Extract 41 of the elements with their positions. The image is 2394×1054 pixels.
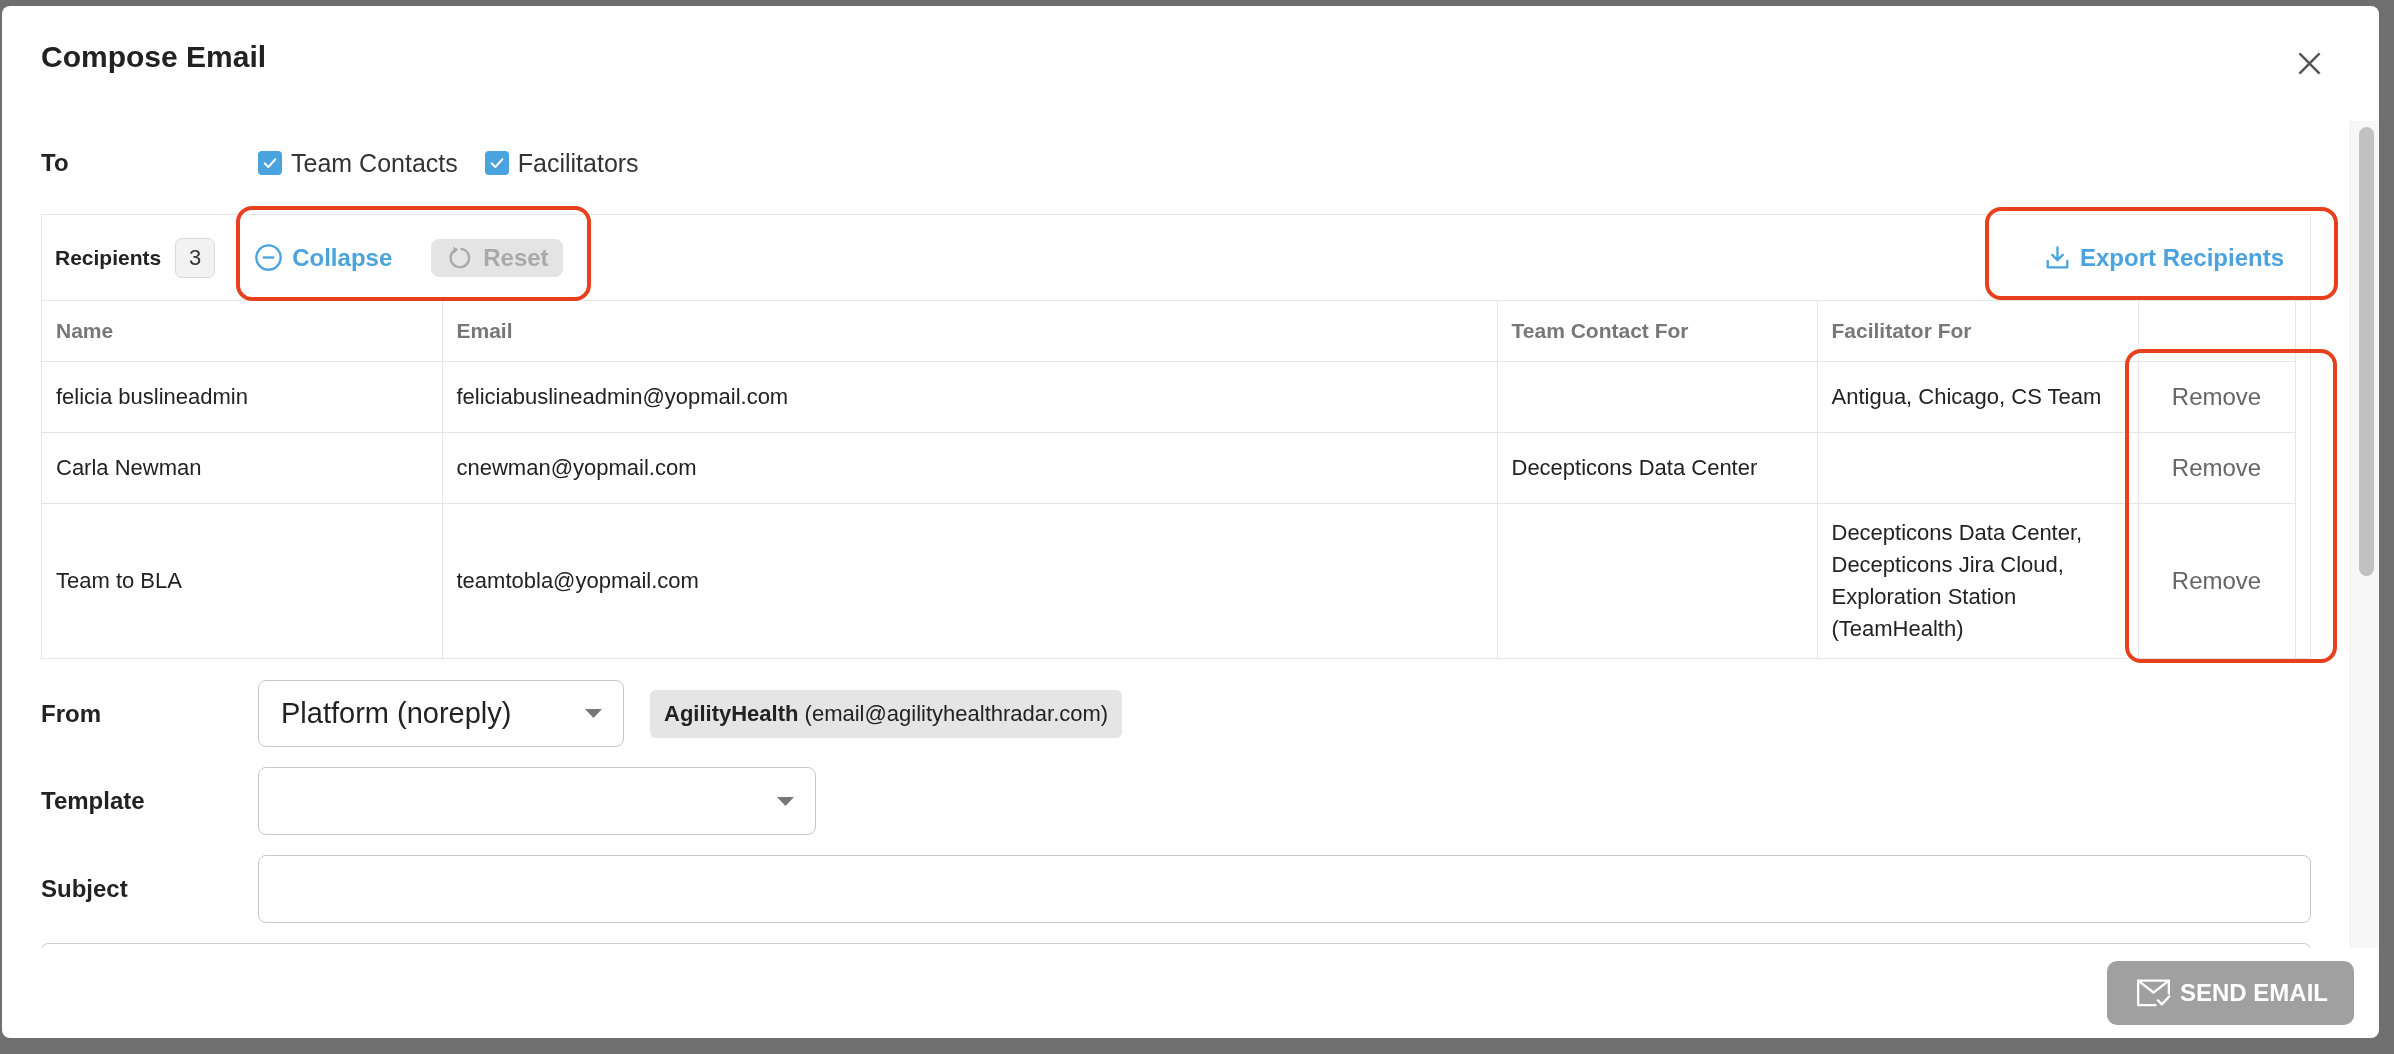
refresh-icon: [448, 245, 473, 270]
checkbox[interactable]: [258, 151, 282, 175]
table-cell: felicia buslineadmin: [42, 361, 442, 433]
caret-icon: [777, 796, 794, 806]
table-cell: Antigua, Chicago, CS Team: [1817, 361, 2138, 433]
table-cell: feliciabuslineadmin@yopmail.com: [442, 361, 1497, 433]
remove-button[interactable]: Remove: [2157, 559, 2276, 603]
column-header: Team Contact For: [1497, 301, 1817, 362]
close-icon[interactable]: [2298, 52, 2321, 75]
mail-check-icon: [2136, 978, 2171, 1008]
column-header: Facilitator For: [1817, 301, 2138, 362]
checkmark-icon: [488, 155, 505, 171]
template-select[interactable]: [258, 767, 816, 835]
field-label: To: [41, 149, 70, 177]
recipient-count-badge: 3: [175, 237, 216, 278]
checkbox-label[interactable]: Facilitators: [517, 148, 639, 178]
table-cell: teamtobla@yopmail.com: [442, 503, 1497, 658]
minus-circle-icon: [255, 244, 283, 271]
remove-button[interactable]: Remove: [2157, 446, 2276, 490]
caret-icon: [585, 709, 602, 718]
scrollbar-thumb[interactable]: [2359, 127, 2374, 576]
recipients-label: Recipients: [55, 245, 162, 270]
table-cell: Carla Newman: [42, 432, 442, 504]
column-header: Name: [42, 301, 442, 362]
sender-chip: AgilityHealth (email@agilityhealthradar.com): [650, 689, 1123, 738]
subject-field[interactable]: [258, 855, 2311, 923]
dialog-title: Compose Email: [41, 39, 267, 75]
checkbox-label[interactable]: Team Contacts: [291, 148, 458, 178]
checkmark-icon: [262, 155, 278, 171]
field-label: From: [41, 699, 102, 728]
remove-button[interactable]: Remove: [2157, 375, 2276, 419]
download-icon: [2045, 246, 2069, 269]
from-select[interactable]: Platform (noreply): [258, 680, 624, 747]
field-label: Template: [41, 787, 146, 815]
field-label: Subject: [41, 875, 129, 903]
checkbox[interactable]: [484, 151, 509, 175]
table-cell: Decepticons Data Center, Decepticons Jira Cloud, Exploration Station (TeamHealth): [1817, 503, 2138, 658]
table-cell: Team to BLA: [42, 503, 442, 658]
table-cell: Decepticons Data Center: [1497, 432, 1817, 504]
table-cell: cnewman@yopmail.com: [442, 432, 1497, 504]
column-header: Email: [442, 301, 1497, 362]
